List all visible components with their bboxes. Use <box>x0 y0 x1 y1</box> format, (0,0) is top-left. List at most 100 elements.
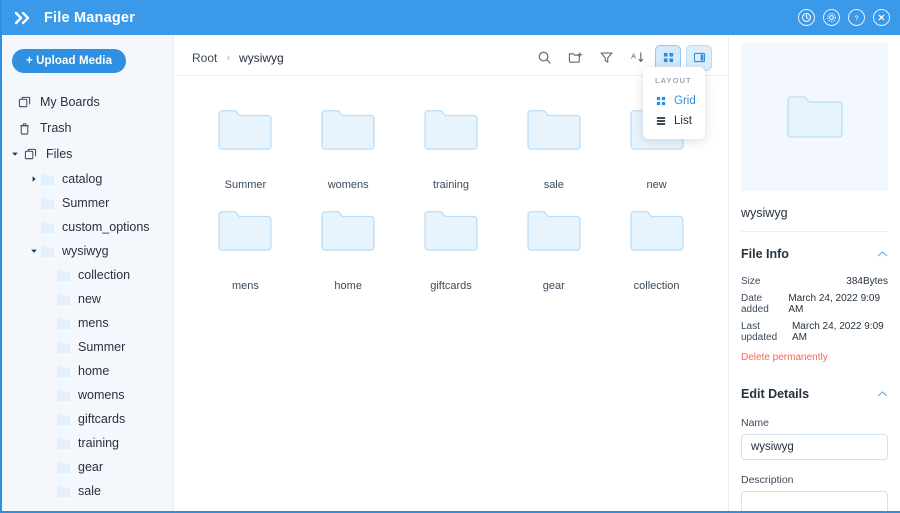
tree-item-label: womens <box>78 388 125 402</box>
chevron-up-icon[interactable] <box>877 245 888 263</box>
content-pane: Root › wysiwyg A LAYOUT Grid List Summer… <box>174 35 728 511</box>
folder-icon <box>526 104 582 157</box>
folder-cell[interactable]: gear <box>502 205 605 292</box>
breadcrumb-separator: › <box>226 51 231 64</box>
tree-item-summer[interactable]: Summer <box>2 335 173 359</box>
tree-item-collection[interactable]: collection <box>2 263 173 287</box>
folder-name: collection <box>633 280 680 292</box>
tree-item-label: collection <box>78 268 131 282</box>
close-icon[interactable] <box>873 9 890 26</box>
folder-icon <box>56 413 71 426</box>
chevron-up-icon[interactable] <box>877 385 888 403</box>
folder-name: Summer <box>224 179 267 191</box>
list-icon <box>655 116 667 126</box>
chevron-down-icon[interactable] <box>28 247 40 255</box>
tree-item-label: training <box>78 436 119 450</box>
history-icon[interactable] <box>798 9 815 26</box>
chevron-down-icon[interactable] <box>10 150 20 158</box>
folder-cell[interactable]: womens <box>297 104 400 191</box>
folder-name: giftcards <box>430 280 472 292</box>
tree-item-training[interactable]: training <box>2 431 173 455</box>
layout-option-list[interactable]: List <box>643 111 705 131</box>
grid-icon <box>655 96 667 106</box>
search-icon[interactable] <box>531 45 557 71</box>
file-info-row: Date added March 24, 2022 9:09 AM <box>741 290 888 318</box>
layout-option-label: Grid <box>674 95 696 107</box>
folder-icon <box>56 365 71 378</box>
window-controls: ? <box>798 9 890 26</box>
chevron-right-icon[interactable] <box>28 175 40 183</box>
tree-item-summer[interactable]: Summer <box>2 191 173 215</box>
tree-item-label: Summer <box>78 340 126 354</box>
folder-icon <box>629 205 685 258</box>
folder-icon <box>56 341 71 354</box>
folder-cell[interactable]: training <box>400 104 503 191</box>
folder-tree: catalog Summer custom_options wysiwyg collec… <box>2 167 173 503</box>
tree-item-gear[interactable]: gear <box>2 455 173 479</box>
upload-media-button[interactable]: + Upload Media <box>12 49 127 73</box>
tree-item-label: custom_options <box>62 220 150 234</box>
folder-icon <box>56 317 71 330</box>
layout-dropdown-menu: LAYOUT Grid List <box>643 67 705 139</box>
folder-cell[interactable]: mens <box>194 205 297 292</box>
tree-item-new[interactable]: new <box>2 287 173 311</box>
folder-icon <box>320 205 376 258</box>
settings-gear-icon[interactable] <box>823 9 840 26</box>
file-info-row: Size 384Bytes <box>741 273 888 290</box>
folder-icon <box>56 293 71 306</box>
file-info-key: Last updated <box>741 321 778 343</box>
folder-icon <box>423 205 479 258</box>
file-info-section-header[interactable]: File Info <box>741 232 888 273</box>
tree-item-catalog[interactable]: catalog <box>2 167 173 191</box>
svg-text:?: ? <box>854 13 858 22</box>
file-info-rows: Size 384Bytes Date added March 24, 2022 9:0… <box>741 273 888 346</box>
breadcrumb-root[interactable]: Root <box>192 51 217 65</box>
filter-icon[interactable] <box>593 45 619 71</box>
tree-item-label: new <box>78 292 101 306</box>
layout-menu-title: LAYOUT <box>655 76 692 85</box>
tree-item-label: sale <box>78 484 101 498</box>
sidebar-item-label: Files <box>46 147 73 161</box>
folder-cell[interactable]: giftcards <box>400 205 503 292</box>
tree-item-label: mens <box>78 316 109 330</box>
svg-text:A: A <box>630 51 635 60</box>
sidebar-item-files[interactable]: Files <box>2 141 173 167</box>
window-body: + Upload Media My Boards Trash Files cat… <box>2 35 900 511</box>
tree-item-label: giftcards <box>78 412 126 426</box>
tree-item-sale[interactable]: sale <box>2 479 173 503</box>
file-info-title: File Info <box>741 247 789 261</box>
folder-icon <box>56 485 71 498</box>
tree-item-wysiwyg[interactable]: wysiwyg <box>2 239 173 263</box>
tree-item-label: wysiwyg <box>62 244 109 258</box>
description-textarea[interactable] <box>741 491 888 511</box>
delete-permanently-link[interactable]: Delete permanently <box>741 346 888 363</box>
folder-icon <box>56 461 71 474</box>
new-folder-icon[interactable] <box>562 45 588 71</box>
folder-cell[interactable]: collection <box>605 205 708 292</box>
layout-option-grid[interactable]: Grid <box>643 91 705 111</box>
description-field-label: Description <box>741 474 794 486</box>
tree-item-womens[interactable]: womens <box>2 383 173 407</box>
folder-cell[interactable]: Summer <box>194 104 297 191</box>
edit-details-title: Edit Details <box>741 387 810 401</box>
folder-cell[interactable]: sale <box>502 104 605 191</box>
breadcrumb-current[interactable]: wysiwyg <box>239 51 284 65</box>
folder-cell[interactable]: home <box>297 205 400 292</box>
file-info-key: Date added <box>741 293 769 315</box>
trash-icon <box>16 120 32 136</box>
app-title: File Manager <box>44 9 136 26</box>
tree-item-giftcards[interactable]: giftcards <box>2 407 173 431</box>
file-info-value: March 24, 2022 9:09 AM <box>791 321 884 343</box>
sidebar-item-my-boards[interactable]: My Boards <box>2 89 173 115</box>
tree-item-custom_options[interactable]: custom_options <box>2 215 173 239</box>
name-input[interactable] <box>741 434 888 460</box>
tree-item-label: home <box>78 364 110 378</box>
sidebar-item-label: Trash <box>40 121 72 135</box>
help-icon[interactable]: ? <box>848 9 865 26</box>
folder-icon <box>56 437 71 450</box>
edit-details-section-header[interactable]: Edit Details <box>741 363 888 413</box>
sidebar-item-trash[interactable]: Trash <box>2 115 173 141</box>
folder-icon <box>56 389 71 402</box>
tree-item-home[interactable]: home <box>2 359 173 383</box>
tree-item-mens[interactable]: mens <box>2 311 173 335</box>
